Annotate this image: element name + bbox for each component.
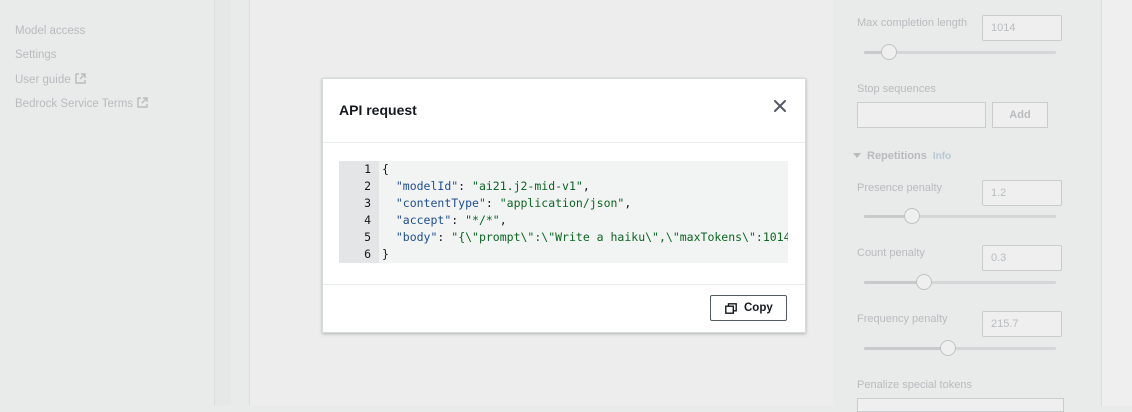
frequency-penalty-slider[interactable] [864, 340, 1056, 356]
presence-penalty-input[interactable]: 1.2 [982, 180, 1062, 206]
frequency-penalty-label: Frequency penalty [857, 313, 948, 325]
repetitions-section-toggle[interactable]: Repetitions Info [853, 150, 951, 162]
frequency-penalty-input[interactable]: 215.7 [982, 311, 1062, 337]
max-completion-length-slider[interactable] [864, 44, 1056, 60]
close-button[interactable] [770, 96, 790, 116]
modal-title: API request [339, 102, 417, 118]
presence-penalty-slider[interactable] [864, 208, 1056, 224]
count-penalty-label: Count penalty [857, 247, 925, 259]
nav-link-service-terms[interactable]: Bedrock Service Terms [15, 97, 148, 111]
external-link-icon [74, 73, 86, 87]
nav-link-user-guide-label: User guide [15, 74, 71, 86]
modal-header: API request [323, 79, 805, 143]
stop-sequences-input[interactable] [857, 102, 986, 128]
json-key: "modelId" [395, 179, 459, 193]
max-completion-length-label: Max completion length [857, 17, 968, 29]
json-value: "*/*" [465, 213, 500, 227]
code-line: } [382, 247, 389, 261]
code-line: { [382, 162, 389, 176]
line-number: 1 [364, 162, 371, 176]
slider-thumb[interactable] [904, 208, 920, 224]
json-key: "contentType" [395, 196, 486, 210]
max-completion-length-input[interactable]: 1014 [982, 15, 1062, 41]
code-line: "body": "{\"prompt\":\"Write a haiku\",\… [382, 229, 788, 246]
right-edge-panel [1101, 0, 1132, 406]
json-trail: , [499, 213, 507, 227]
external-link-icon [137, 97, 148, 111]
nav-link-model-access[interactable]: Model access [15, 25, 85, 37]
json-trail: , [582, 179, 590, 193]
repetitions-label: Repetitions [867, 150, 927, 162]
json-trail: , [624, 196, 632, 210]
count-penalty-slider[interactable] [864, 274, 1056, 290]
line-number: 5 [364, 230, 371, 244]
nav-link-settings[interactable]: Settings [15, 49, 57, 61]
json-key: "accept" [395, 213, 452, 227]
code-line: "accept": "*/*", [395, 213, 507, 227]
copy-icon [725, 303, 737, 314]
json-value: "ai21.j2-mid-v1" [472, 179, 583, 193]
presence-penalty-label: Presence penalty [857, 182, 942, 194]
line-number: 4 [364, 213, 371, 227]
penalize-special-tokens-label: Penalize special tokens [857, 379, 972, 391]
line-number: 2 [364, 179, 371, 193]
nav-link-service-terms-label: Bedrock Service Terms [15, 98, 134, 110]
code-block[interactable]: 1 2 3 4 5 6 { "modelId": "ai21.j2-mid-v1… [339, 161, 788, 263]
code-line: "contentType": "application/json", [395, 196, 632, 210]
penalize-special-tokens-control[interactable] [857, 398, 1064, 412]
line-number: 3 [364, 196, 371, 210]
modal-footer: Copy [323, 284, 805, 333]
stop-sequences-label: Stop sequences [857, 83, 936, 95]
repetitions-info-link[interactable]: Info [933, 151, 951, 162]
copy-button[interactable]: Copy [710, 295, 787, 321]
json-key: "body" [395, 230, 438, 244]
left-navigation: Model access Settings User guide Bedrock… [0, 0, 214, 406]
code-line: "modelId": "ai21.j2-mid-v1", [395, 179, 590, 193]
json-value: "{\"prompt\":\"Write a haiku\",\"maxToke… [451, 230, 788, 244]
add-stop-sequence-button[interactable]: Add [992, 102, 1048, 128]
json-value: "application/json" [499, 196, 625, 210]
api-request-modal: API request 1 2 3 4 5 6 { "modelId": "ai… [322, 78, 806, 333]
slider-fill [864, 347, 949, 350]
nav-link-user-guide[interactable]: User guide [15, 73, 86, 87]
nav-divider [214, 0, 231, 406]
close-icon [774, 100, 786, 112]
slider-thumb[interactable] [915, 274, 932, 290]
slider-fill [864, 281, 924, 284]
copy-button-label: Copy [744, 302, 773, 314]
slider-thumb[interactable] [880, 44, 897, 60]
line-number: 6 [364, 247, 371, 261]
count-penalty-input[interactable]: 0.3 [982, 245, 1062, 271]
caret-down-icon [853, 153, 861, 158]
